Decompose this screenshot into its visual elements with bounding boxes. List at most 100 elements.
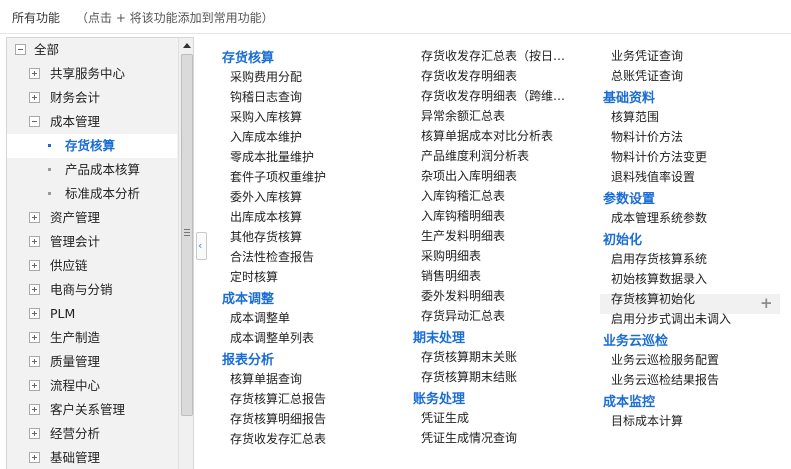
function-link[interactable]: 其他存货核算 [230, 228, 302, 245]
function-link[interactable]: 钩稽日志查询 [230, 88, 302, 105]
sidebar-item[interactable]: 共享服务中心 [7, 62, 177, 86]
expand-icon[interactable] [29, 404, 40, 415]
sidebar-item-label: 供应链 [50, 258, 88, 273]
expand-icon[interactable] [29, 284, 40, 295]
expand-icon[interactable] [29, 332, 40, 343]
function-link[interactable]: 核算单据成本对比分析表 [421, 127, 553, 144]
expand-icon[interactable] [29, 428, 40, 439]
function-link[interactable]: 成本管理系统参数 [611, 209, 707, 226]
function-link[interactable]: 核算单据查询 [230, 370, 302, 387]
function-link[interactable]: 业务凭证查询 [611, 47, 683, 64]
sidebar-item[interactable]: 客户关系管理 [7, 398, 177, 422]
expand-icon[interactable] [29, 308, 40, 319]
function-link[interactable]: 产品维度利润分析表 [421, 147, 529, 164]
sidebar-item[interactable]: 生产制造 [7, 326, 177, 350]
function-link[interactable]: 物料计价方法 [611, 128, 683, 145]
function-link[interactable]: 凭证生成情况查询 [421, 429, 517, 446]
expand-icon[interactable] [29, 380, 40, 391]
sidebar-scrollbar[interactable] [178, 38, 193, 469]
expand-icon[interactable] [29, 356, 40, 367]
sidebar-item[interactable]: 标准成本分析 [7, 182, 177, 206]
function-link[interactable]: 合法性检查报告 [230, 248, 314, 265]
sidebar-item[interactable]: PLM [7, 302, 177, 326]
sidebar-item[interactable]: 资产管理 [7, 206, 177, 230]
function-link[interactable]: 委外发料明细表 [421, 287, 505, 304]
group-title: 报表分析 [222, 353, 275, 368]
sidebar-item[interactable]: 成本管理 [7, 110, 177, 134]
expand-icon[interactable] [29, 92, 40, 103]
sidebar-item[interactable]: 经营分析 [7, 422, 177, 446]
group-title: 成本调整 [222, 292, 275, 307]
sidebar-item-label: 产品成本核算 [65, 162, 141, 177]
function-link[interactable]: 套件子项权重维护 [230, 168, 326, 185]
sidebar-item[interactable]: 质量管理 [7, 350, 177, 374]
sidebar-item-label: 资产管理 [50, 210, 101, 225]
function-link[interactable]: 入库钩稽明细表 [421, 207, 505, 224]
sidebar-item-label: PLM [50, 306, 76, 321]
function-link[interactable]: 采购入库核算 [230, 108, 302, 125]
scroll-thumb[interactable] [181, 54, 193, 416]
function-link[interactable]: 出库成本核算 [230, 208, 302, 225]
collapse-sidebar-button[interactable]: ‹ [196, 232, 207, 260]
function-link[interactable]: 生产发料明细表 [421, 227, 505, 244]
function-link[interactable]: 凭证生成 [421, 409, 469, 426]
function-link[interactable]: 初始核算数据录入 [611, 270, 707, 287]
function-link[interactable]: 存货收发存明细表 [421, 67, 517, 84]
sidebar-item[interactable]: 财务会计 [7, 86, 177, 110]
function-link[interactable]: 目标成本计算 [611, 412, 683, 429]
function-link[interactable]: 物料计价方法变更 [611, 148, 707, 165]
function-link[interactable]: 采购明细表 [421, 247, 481, 264]
expand-icon[interactable] [29, 452, 40, 463]
collapse-icon[interactable] [29, 116, 40, 127]
sidebar-item[interactable]: 供应链 [7, 254, 177, 278]
function-link[interactable]: 业务云巡检服务配置 [611, 351, 719, 368]
sidebar-item[interactable]: 全部 [7, 38, 177, 62]
function-link[interactable]: 启用分步式调出未调入 [611, 310, 731, 327]
sidebar-item[interactable]: 管理会计 [7, 230, 177, 254]
function-link[interactable]: 委外入库核算 [230, 188, 302, 205]
expand-icon[interactable] [29, 260, 40, 271]
sidebar-item[interactable]: 存货核算 [7, 134, 177, 158]
sidebar-item[interactable]: 产品成本核算 [7, 158, 177, 182]
function-link[interactable]: 退料残值率设置 [611, 168, 695, 185]
expand-icon[interactable] [29, 236, 40, 247]
function-link[interactable]: 存货收发存明细表（跨维… [421, 87, 565, 104]
function-link[interactable]: 入库成本维护 [230, 128, 302, 145]
sidebar-item[interactable]: 流程中心 [7, 374, 177, 398]
function-link[interactable]: 存货异动汇总表 [421, 307, 505, 324]
collapse-icon[interactable] [15, 44, 26, 55]
group-title: 期末处理 [413, 331, 466, 346]
category-tree: 全部 共享服务中心财务会计成本管理存货核算产品成本核算标准成本分析资产管理管理会计… [7, 38, 177, 469]
function-link[interactable]: 存货核算明细报告 [230, 410, 326, 427]
function-link[interactable]: 存货核算期末结账 [421, 368, 517, 385]
function-link[interactable]: 核算范围 [611, 108, 659, 125]
chevron-left-icon: ‹ [198, 239, 203, 252]
add-to-favorites-icon[interactable]: + [760, 296, 773, 311]
function-link[interactable]: 成本调整单列表 [230, 329, 314, 346]
sidebar-item[interactable]: 电商与分销 [7, 278, 177, 302]
scroll-up-arrow-icon[interactable] [179, 38, 193, 53]
function-link[interactable]: 异常余额汇总表 [421, 107, 505, 124]
function-link[interactable]: 定时核算 [230, 268, 278, 285]
sidebar-item[interactable]: 基础管理 [7, 446, 177, 469]
function-link[interactable]: 存货核算汇总报告 [230, 390, 326, 407]
function-link[interactable]: 业务云巡检结果报告 [611, 371, 719, 388]
function-link[interactable]: 存货收发存汇总表 [230, 430, 326, 447]
function-link[interactable]: 入库钩稽汇总表 [421, 187, 505, 204]
expand-icon[interactable] [29, 212, 40, 223]
function-link[interactable]: 杂项出入库明细表 [421, 167, 517, 184]
function-link[interactable]: 启用存货核算系统 [611, 250, 707, 267]
function-link[interactable]: 总账凭证查询 [611, 67, 683, 84]
function-link[interactable]: 零成本批量维护 [230, 148, 314, 165]
function-link[interactable]: 存货核算期末关账 [421, 348, 517, 365]
function-link[interactable]: 成本调整单 [230, 309, 290, 326]
function-link[interactable]: 销售明细表 [421, 267, 481, 284]
group-title: 账务处理 [413, 392, 466, 407]
sidebar-item-label: 财务会计 [50, 90, 101, 105]
expand-icon[interactable] [29, 68, 40, 79]
sidebar-item-label: 存货核算 [65, 138, 116, 153]
function-link[interactable]: 存货收发存汇总表（按日… [421, 47, 565, 64]
function-link[interactable]: 采购费用分配 [230, 68, 302, 85]
function-link[interactable]: 存货核算初始化 [611, 290, 695, 307]
sidebar-item-label: 经营分析 [50, 426, 101, 441]
